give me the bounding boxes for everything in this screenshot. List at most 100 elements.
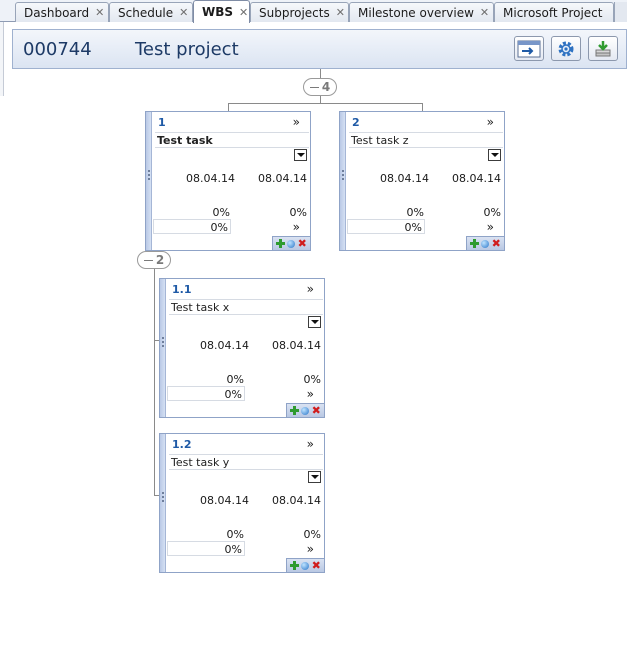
progress-planned: 0%	[226, 373, 244, 386]
start-date: 08.04.14	[186, 172, 235, 185]
tab-milestone-overview[interactable]: Milestone overview ✕	[349, 2, 494, 22]
start-date: 08.04.14	[380, 172, 429, 185]
grip-icon	[162, 492, 164, 502]
progress-input[interactable]: 0%	[153, 219, 231, 234]
expand-details-button[interactable]: »	[293, 115, 300, 129]
chevron-down-icon[interactable]	[308, 316, 321, 328]
status-dot-icon[interactable]	[301, 561, 310, 570]
grip-icon	[148, 170, 150, 180]
tab-wbs[interactable]: WBS ✕	[193, 0, 250, 23]
task-card[interactable]: 1.1 » Test task x 08.04.14 08.04.14 0% 0…	[159, 278, 325, 418]
expand-details-button[interactable]: »	[307, 437, 314, 451]
tab-strip: Dashboard ✕ Schedule ✕ WBS ✕ Subprojects…	[0, 0, 627, 23]
tab-label: WBS	[202, 5, 234, 19]
add-icon[interactable]	[290, 561, 300, 570]
add-icon[interactable]	[290, 406, 300, 415]
expand-details-button[interactable]: »	[293, 220, 300, 234]
status-dot-icon[interactable]	[287, 239, 296, 248]
task-name[interactable]: Test task z	[349, 132, 503, 148]
close-icon[interactable]: ✕	[480, 6, 489, 19]
left-gutter	[0, 22, 4, 96]
progress-actual: 0%	[303, 373, 321, 386]
progress-input[interactable]: 0%	[167, 386, 245, 401]
tab-label: Subprojects	[259, 5, 330, 20]
chevron-down-icon[interactable]	[294, 149, 307, 161]
card-toolbar: ✖	[286, 558, 324, 572]
child-count: 4	[321, 80, 331, 94]
add-icon[interactable]	[276, 239, 286, 248]
end-date: 08.04.14	[452, 172, 501, 185]
task-card[interactable]: 1 » Test task 08.04.14 08.04.14 0% 0% 0%…	[145, 111, 311, 251]
card-toolbar: ✖	[272, 236, 310, 250]
task-card[interactable]: 2 » Test task z 08.04.14 08.04.14 0% 0% …	[339, 111, 505, 251]
tab-label: Dashboard	[24, 5, 90, 20]
start-date: 08.04.14	[200, 339, 249, 352]
status-dot-icon[interactable]	[301, 406, 310, 415]
delete-icon[interactable]: ✖	[312, 405, 321, 416]
end-date: 08.04.14	[272, 339, 321, 352]
tab-microsoft-project[interactable]: Microsoft Project	[494, 2, 614, 22]
project-header: 000744 Test project	[12, 29, 627, 69]
tab-label: Schedule	[118, 5, 174, 20]
expand-details-button[interactable]: »	[487, 115, 494, 129]
progress-actual: 0%	[303, 528, 321, 541]
project-name: Test project	[135, 39, 239, 60]
project-number: 000744	[23, 39, 92, 60]
expand-details-button[interactable]: »	[307, 387, 314, 401]
card-toolbar: ✖	[286, 403, 324, 417]
task-name[interactable]: Test task y	[169, 454, 323, 470]
close-icon[interactable]: ✕	[336, 6, 345, 19]
close-icon[interactable]: ✕	[179, 6, 188, 19]
chevron-down-icon[interactable]	[488, 149, 501, 161]
delete-icon[interactable]: ✖	[312, 560, 321, 571]
tab-subprojects[interactable]: Subprojects ✕	[250, 2, 349, 22]
download-button[interactable]	[588, 36, 618, 61]
end-date: 08.04.14	[272, 494, 321, 507]
connector-line	[228, 103, 423, 104]
expand-details-button[interactable]: »	[487, 220, 494, 234]
export-window-icon	[517, 40, 541, 57]
add-icon[interactable]	[470, 239, 480, 248]
grip-icon	[162, 337, 164, 347]
status-dot-icon[interactable]	[481, 239, 490, 248]
delete-icon[interactable]: ✖	[492, 238, 501, 249]
connector-line	[228, 103, 229, 111]
progress-input[interactable]: 0%	[167, 541, 245, 556]
card-toolbar: ✖	[466, 236, 504, 250]
export-button[interactable]	[514, 36, 544, 61]
task-number: 1.2	[172, 438, 192, 451]
card-drag-handle[interactable]	[146, 112, 152, 250]
start-date: 08.04.14	[200, 494, 249, 507]
chevron-down-icon[interactable]	[308, 471, 321, 483]
download-stack-icon	[595, 40, 611, 56]
gear-icon	[558, 41, 574, 56]
connector-line	[320, 95, 321, 103]
collapse-toggle-root[interactable]: 4	[303, 78, 337, 96]
tab-overflow[interactable]	[614, 2, 627, 22]
close-icon[interactable]: ✕	[239, 6, 248, 19]
tab-dashboard[interactable]: Dashboard ✕	[15, 2, 109, 22]
expand-details-button[interactable]: »	[307, 282, 314, 296]
minus-icon	[143, 259, 153, 261]
card-drag-handle[interactable]	[340, 112, 346, 250]
progress-actual: 0%	[289, 206, 307, 219]
child-count: 2	[155, 253, 165, 267]
end-date: 08.04.14	[258, 172, 307, 185]
progress-planned: 0%	[226, 528, 244, 541]
settings-button[interactable]	[551, 36, 581, 61]
task-card[interactable]: 1.2 » Test task y 08.04.14 08.04.14 0% 0…	[159, 433, 325, 573]
tab-schedule[interactable]: Schedule ✕	[109, 2, 193, 22]
delete-icon[interactable]: ✖	[298, 238, 307, 249]
progress-input[interactable]: 0%	[347, 219, 425, 234]
connector-line	[422, 103, 423, 111]
progress-planned: 0%	[406, 206, 424, 219]
expand-details-button[interactable]: »	[307, 542, 314, 556]
collapse-toggle-task1[interactable]: 2	[137, 251, 171, 269]
tab-label: Milestone overview	[358, 5, 474, 20]
task-name[interactable]: Test task	[155, 132, 309, 148]
card-drag-handle[interactable]	[160, 279, 166, 417]
close-icon[interactable]: ✕	[95, 6, 104, 19]
task-name[interactable]: Test task x	[169, 299, 323, 315]
grip-icon	[342, 170, 344, 180]
card-drag-handle[interactable]	[160, 434, 166, 572]
